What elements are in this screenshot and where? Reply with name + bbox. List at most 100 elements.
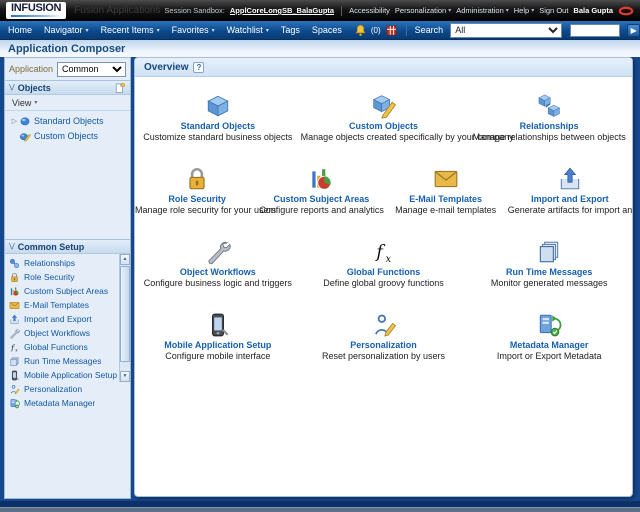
svg-text:f: f <box>10 342 15 351</box>
search-input[interactable] <box>570 24 620 37</box>
overview-tile-custom-subject-areas[interactable]: Custom Subject AreasConfigure reports an… <box>259 162 383 215</box>
chevron-down-icon: ▾ <box>157 27 160 34</box>
tree-item-custom-objects[interactable]: Custom Objects <box>5 128 130 143</box>
menubar-item-label: Home <box>8 25 32 35</box>
objects-section-header[interactable]: ⋁ Objects <box>5 80 130 95</box>
sidebar-item-label: Object Workflows <box>24 328 90 338</box>
sidebar-item-e-mail-templates[interactable]: E-Mail Templates <box>5 298 118 312</box>
chart-icon <box>9 286 20 297</box>
wrench-icon <box>9 328 20 339</box>
sidebar-item-label: E-Mail Templates <box>24 300 89 310</box>
overview-tile-title[interactable]: Metadata Manager <box>466 340 632 350</box>
vertical-scrollbar[interactable]: ▲ ▼ <box>119 254 130 382</box>
overview-row: Object WorkflowsConfigure business logic… <box>135 235 632 288</box>
topbar-right-links: Session Sandbox: ApplCoreLongSB_BalaGupt… <box>164 6 634 16</box>
overview-tile-title[interactable]: Import and Export <box>508 194 632 204</box>
sidebar-item-import-and-export[interactable]: Import and Export <box>5 312 118 326</box>
overview-tile-role-security[interactable]: Role SecurityManage role security for yo… <box>135 162 259 215</box>
notifications-bell-icon[interactable] <box>354 24 367 37</box>
topbar-link-label: Help <box>514 6 529 15</box>
menubar-item-navigator[interactable]: Navigator▾ <box>44 25 89 35</box>
sidebar-item-custom-subject-areas[interactable]: Custom Subject Areas <box>5 284 118 298</box>
overview-tile-title[interactable]: Relationships <box>466 121 632 131</box>
overview-tile-e-mail-templates[interactable]: E-Mail TemplatesManage e-mail templates <box>384 162 508 215</box>
overview-tile-standard-objects[interactable]: Standard ObjectsCustomize standard busin… <box>135 89 301 142</box>
view-menu-button[interactable]: View ▾ <box>5 95 130 111</box>
sidebar-item-personalization[interactable]: Personalization <box>5 382 118 396</box>
app-logo: INFUSION <box>6 2 66 19</box>
sidebar-item-global-functions[interactable]: fxGlobal Functions <box>5 340 118 354</box>
overview-tile-title[interactable]: Custom Subject Areas <box>259 194 383 204</box>
scrollbar-thumb[interactable] <box>120 266 130 362</box>
topbar-link-accessibility[interactable]: Accessibility <box>349 6 390 15</box>
topbar-link-sign-out[interactable]: Sign Out <box>539 6 568 15</box>
help-icon[interactable]: ? <box>193 62 204 73</box>
menubar-item-home[interactable]: Home <box>8 25 32 35</box>
overview-tile-title[interactable]: Global Functions <box>301 267 467 277</box>
global-header: INFUSION Fusion Applications Session San… <box>0 0 640 21</box>
menubar-item-watchlist[interactable]: Watchlist▾ <box>227 25 269 35</box>
collapse-icon[interactable]: ⋁ <box>9 243 15 250</box>
metadata-icon <box>9 398 20 409</box>
overview-tile-title[interactable]: Run Time Messages <box>466 267 632 277</box>
sidebar-item-label: Mobile Application Setup <box>24 370 117 380</box>
overview-tile-mobile-application-setup[interactable]: Mobile Application SetupConfigure mobile… <box>135 308 301 361</box>
application-select[interactable]: Common <box>57 62 126 77</box>
overview-tile-personalization[interactable]: PersonalizationReset personalization by … <box>301 308 467 361</box>
overview-tile-relationships[interactable]: RelationshipsManage relationships betwee… <box>466 89 632 142</box>
overview-tile-desc: Import or Export Metadata <box>466 351 632 361</box>
lock-icon <box>9 272 20 283</box>
sidebar-item-metadata-manager[interactable]: Metadata Manager <box>5 396 118 410</box>
sidebar-item-role-security[interactable]: Role Security <box>5 270 118 284</box>
scroll-up-button[interactable]: ▲ <box>120 254 130 265</box>
sidebar-item-label: Custom Subject Areas <box>24 286 108 296</box>
import-export-icon <box>508 162 632 192</box>
overview-tile-title[interactable]: E-Mail Templates <box>384 194 508 204</box>
overview-tile-metadata-manager[interactable]: Metadata ManagerImport or Export Metadat… <box>466 308 632 361</box>
overview-tile-title[interactable]: Custom Objects <box>301 121 467 131</box>
calendar-grid-icon[interactable] <box>385 24 398 37</box>
session-sandbox-link[interactable]: ApplCoreLongSB_BalaGupta <box>230 6 334 15</box>
overview-tile-global-functions[interactable]: fxGlobal FunctionsDefine global groovy f… <box>301 235 467 288</box>
sidebar-item-mobile-application-setup[interactable]: Mobile Application Setup <box>5 368 118 382</box>
overview-tile-desc: Configure mobile interface <box>135 351 301 361</box>
overview-tile-custom-objects[interactable]: Custom ObjectsManage objects created spe… <box>301 89 467 142</box>
tree-item-label: Custom Objects <box>34 131 98 141</box>
overview-tile-title[interactable]: Role Security <box>135 194 259 204</box>
collapse-icon[interactable]: ⋁ <box>9 84 15 91</box>
content-area: Application Common ⋁ Objects View ▾ ▷Sta… <box>0 57 640 501</box>
overview-row: Role SecurityManage role security for yo… <box>135 162 632 215</box>
expand-arrow-icon[interactable]: ▷ <box>10 117 19 125</box>
overview-tile-title[interactable]: Personalization <box>301 340 467 350</box>
search-go-button[interactable]: ▶ <box>627 24 640 37</box>
overview-tile-title[interactable]: Mobile Application Setup <box>135 340 301 350</box>
topbar-link-personalization[interactable]: Personalization▾ <box>395 6 451 15</box>
menubar-item-tags[interactable]: Tags <box>281 25 300 35</box>
scroll-down-button[interactable]: ▼ <box>120 371 130 382</box>
envelope-icon <box>9 300 20 311</box>
cube-icon <box>135 89 301 119</box>
sidebar-item-run-time-messages[interactable]: Run Time Messages <box>5 354 118 368</box>
topbar-link-help[interactable]: Help▾ <box>514 6 534 15</box>
common-setup-section-header[interactable]: ⋁ Common Setup <box>5 239 130 254</box>
topbar-link-label: Sign Out <box>539 6 568 15</box>
overview-tile-run-time-messages[interactable]: Run Time MessagesMonitor generated messa… <box>466 235 632 288</box>
sidebar-item-relationships[interactable]: Relationships <box>5 256 118 270</box>
sphere-edit-icon <box>19 130 31 142</box>
sidebar-item-label: Role Security <box>24 272 75 282</box>
menubar-item-spaces[interactable]: Spaces <box>312 25 342 35</box>
view-menu-label: View <box>12 98 31 108</box>
sidebar-item-object-workflows[interactable]: Object Workflows <box>5 326 118 340</box>
overview-tile-title[interactable]: Object Workflows <box>135 267 301 277</box>
overview-tile-import-and-export[interactable]: Import and ExportGenerate artifacts for … <box>508 162 632 215</box>
search-scope-select[interactable]: All <box>450 23 562 38</box>
menubar-item-favorites[interactable]: Favorites▾ <box>172 25 215 35</box>
overview-tile-object-workflows[interactable]: Object WorkflowsConfigure business logic… <box>135 235 301 288</box>
new-object-icon[interactable] <box>114 82 126 94</box>
user-name: Bala Gupta <box>573 6 613 15</box>
sidebar-spacer <box>5 143 130 239</box>
menubar-item-recent-items[interactable]: Recent Items▾ <box>101 25 160 35</box>
tree-item-standard-objects[interactable]: ▷Standard Objects <box>5 113 130 128</box>
overview-tile-title[interactable]: Standard Objects <box>135 121 301 131</box>
topbar-link-administration[interactable]: Administration▾ <box>456 6 509 15</box>
